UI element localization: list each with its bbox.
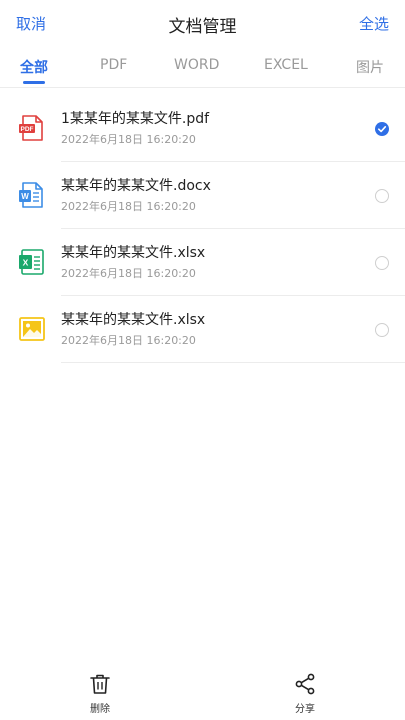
file-name: 1某某年的某某文件.pdf bbox=[61, 111, 210, 127]
tab-pdf[interactable]: PDF bbox=[100, 57, 127, 73]
divider bbox=[61, 362, 405, 363]
excel-file-icon: X bbox=[19, 249, 44, 275]
file-type-tabs: 全部 PDF WORD EXCEL 图片 bbox=[0, 52, 405, 88]
file-date: 2022年6月18日 16:20:20 bbox=[61, 133, 196, 146]
tab-word[interactable]: WORD bbox=[174, 57, 219, 73]
tab-all[interactable]: 全部 bbox=[20, 57, 48, 77]
share-label: 分享 bbox=[295, 704, 315, 715]
word-file-icon: W bbox=[19, 182, 43, 208]
select-all-button[interactable]: 全选 bbox=[359, 13, 389, 34]
file-name: 某某年的某某文件.xlsx bbox=[61, 312, 206, 328]
share-icon bbox=[295, 673, 315, 695]
image-file-icon bbox=[19, 317, 45, 341]
bottom-action-bar: 删除 分享 bbox=[0, 668, 405, 720]
file-list: PDF 1某某年的某某文件.pdf 2022年6月18日 16:20:20 W … bbox=[0, 95, 405, 363]
checkbox-unchecked[interactable] bbox=[375, 189, 389, 203]
top-bar: 取消 文档管理 全选 bbox=[0, 0, 405, 48]
tab-excel[interactable]: EXCEL bbox=[264, 57, 308, 73]
list-item[interactable]: 某某年的某某文件.xlsx 2022年6月18日 16:20:20 bbox=[0, 296, 405, 363]
file-date: 2022年6月18日 16:20:20 bbox=[61, 334, 196, 347]
svg-text:W: W bbox=[21, 192, 29, 201]
share-button[interactable]: 分享 bbox=[275, 672, 335, 715]
delete-label: 删除 bbox=[90, 704, 110, 715]
tab-images[interactable]: 图片 bbox=[356, 57, 384, 77]
checkmark-icon bbox=[378, 126, 387, 133]
delete-button[interactable]: 删除 bbox=[70, 672, 130, 715]
svg-text:PDF: PDF bbox=[21, 126, 34, 133]
list-item[interactable]: PDF 1某某年的某某文件.pdf 2022年6月18日 16:20:20 bbox=[0, 95, 405, 162]
checkbox-unchecked[interactable] bbox=[375, 323, 389, 337]
svg-text:X: X bbox=[23, 258, 29, 268]
list-item[interactable]: W 某某年的某某文件.docx 2022年6月18日 16:20:20 bbox=[0, 162, 405, 229]
page-title: 文档管理 bbox=[168, 17, 237, 37]
pdf-file-icon: PDF bbox=[19, 115, 43, 141]
file-date: 2022年6月18日 16:20:20 bbox=[61, 200, 196, 213]
active-tab-indicator bbox=[23, 81, 45, 84]
checkbox-checked[interactable] bbox=[375, 122, 389, 136]
file-name: 某某年的某某文件.docx bbox=[61, 178, 211, 194]
list-item[interactable]: X 某某年的某某文件.xlsx 2022年6月18日 16:20:20 bbox=[0, 229, 405, 296]
file-name: 某某年的某某文件.xlsx bbox=[61, 245, 206, 261]
trash-icon bbox=[90, 674, 110, 694]
checkbox-unchecked[interactable] bbox=[375, 256, 389, 270]
file-date: 2022年6月18日 16:20:20 bbox=[61, 267, 196, 280]
